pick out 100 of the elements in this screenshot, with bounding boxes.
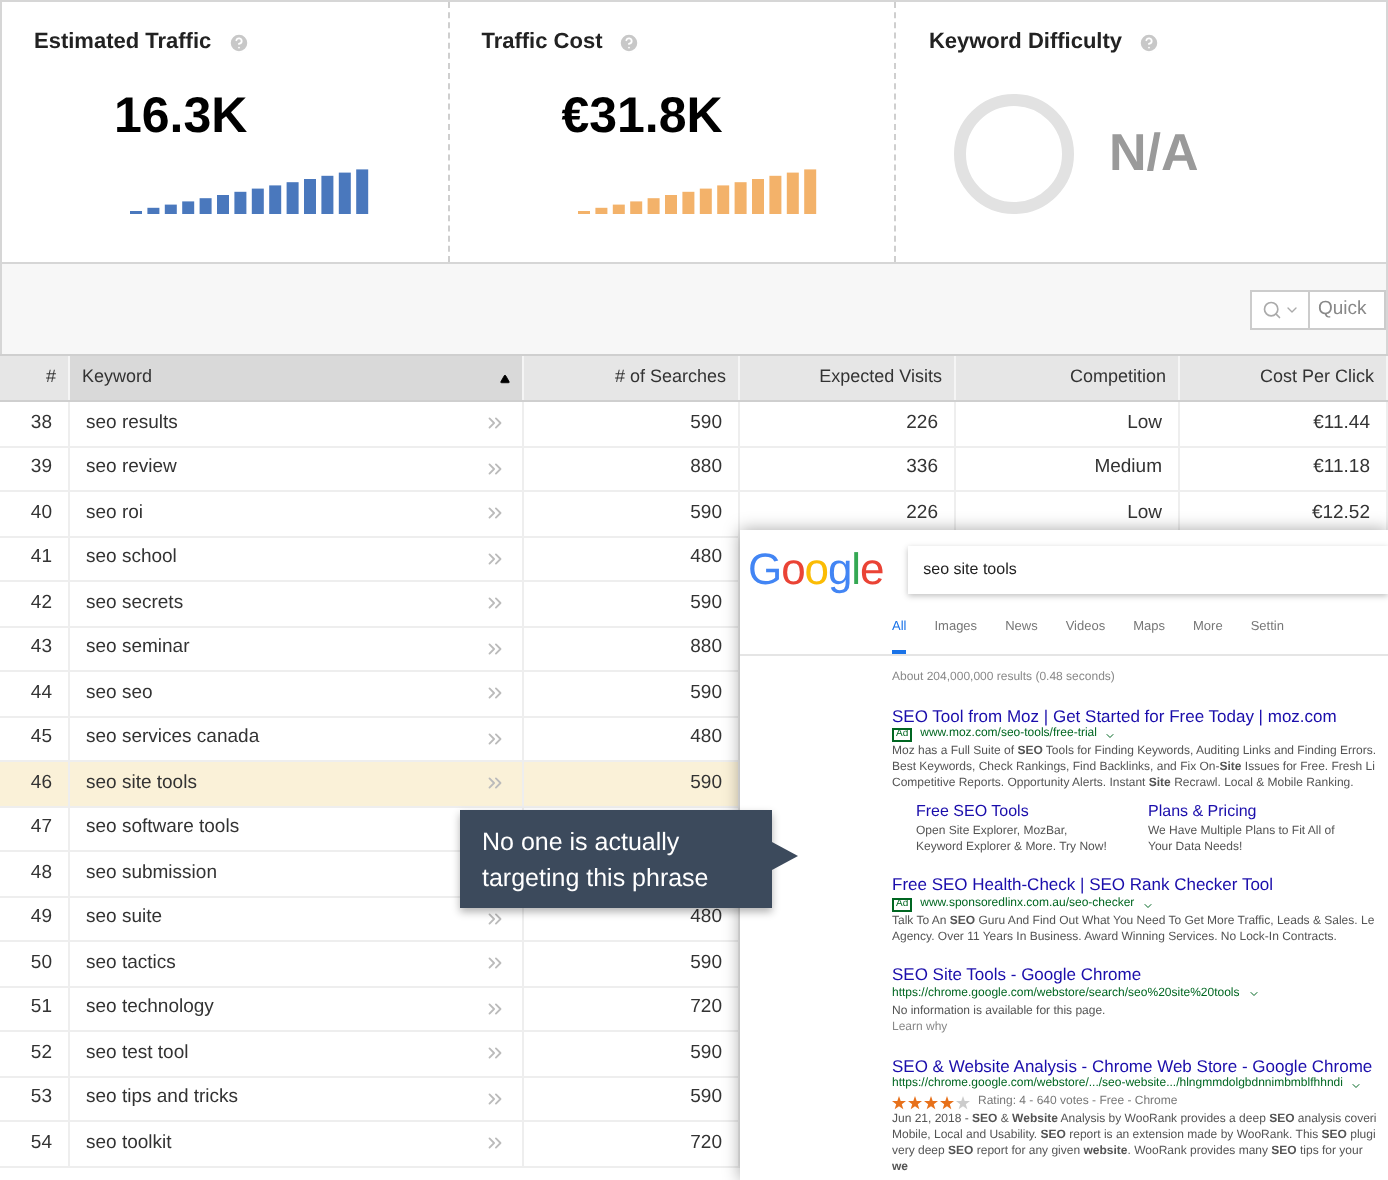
table-row[interactable]: 41 seo school 480 (0, 537, 740, 582)
search-icon (1261, 299, 1281, 319)
table-cell: 590 (690, 769, 722, 798)
keyword-text: seo services canada (86, 724, 260, 753)
empty-ring-icon (952, 91, 1077, 215)
row-number: 53 (30, 1084, 52, 1113)
help-icon[interactable] (227, 31, 250, 54)
table-cell: 226 (906, 409, 938, 438)
table-cell: €12.52 (1311, 499, 1370, 528)
search-options-button[interactable] (1250, 289, 1310, 329)
column-header[interactable]: # of Searches (524, 356, 740, 400)
column-header[interactable]: Cost Per Click (1180, 356, 1388, 400)
dropdown-caret-icon[interactable] (1142, 899, 1155, 911)
dropdown-caret-icon[interactable] (1350, 1079, 1363, 1092)
table-cell: 480 (690, 904, 722, 933)
table-row[interactable]: 40 seo roi 590 226 Low €12.52 (0, 492, 1388, 537)
keyword-text: seo toolkit (86, 1129, 172, 1158)
table-cell: 480 (690, 724, 722, 753)
table-cell: €11.44 (1313, 409, 1370, 438)
table-cell: 590 (690, 1084, 722, 1113)
keyword-text: seo school (86, 544, 177, 573)
row-number: 41 (30, 544, 52, 573)
keyword-text: seo results (86, 409, 178, 438)
keyword-text: seo tips and tricks (86, 1084, 239, 1113)
table-row[interactable]: 38 seo results 590 226 Low €11.44 (0, 402, 1388, 447)
row-number: 45 (30, 724, 52, 753)
help-icon[interactable] (1138, 31, 1161, 54)
row-number: 48 (30, 859, 52, 888)
dropdown-caret-icon[interactable] (1104, 729, 1117, 742)
row-number: 50 (30, 949, 52, 978)
table-row[interactable]: 50 seo tactics 590 (0, 942, 740, 987)
table-cell: 590 (690, 1039, 722, 1068)
sitelink-title[interactable]: Plans & Pricing (1148, 800, 1348, 825)
keyword-text: seo software tools (86, 814, 240, 843)
column-header[interactable]: Keyword (70, 356, 524, 400)
result-title[interactable]: SEO & Website Analysis - Chrome Web Store - Google Chrome (892, 1055, 1380, 1077)
metric-title: Keyword Difficulty (928, 28, 1123, 58)
table-row[interactable]: 54 seo toolkit 720 (0, 1122, 740, 1167)
table-cell: 590 (690, 679, 722, 708)
row-number: 52 (30, 1039, 52, 1068)
table-cell: Medium (1094, 454, 1162, 483)
google-logo: Google (748, 548, 884, 592)
metric-value: 16.3K (114, 91, 250, 141)
table-cell: €11.18 (1313, 454, 1370, 483)
table-row[interactable]: 53 seo tips and tricks 590 (0, 1077, 740, 1122)
dropdown-caret-icon[interactable] (1247, 988, 1260, 1001)
table-cell: 480 (690, 544, 722, 573)
row-number: 40 (30, 499, 52, 528)
table-row[interactable]: 43 seo seminar 880 (0, 627, 740, 672)
table-row[interactable]: 44 seo seo 590 (0, 672, 740, 717)
keyword-text: seo review (86, 454, 177, 483)
table-row[interactable]: 46 seo site tools 590 (0, 762, 740, 807)
row-number: 51 (30, 994, 52, 1023)
metric-title: Traffic Cost (481, 28, 603, 58)
row-number: 38 (30, 409, 52, 438)
help-icon[interactable] (618, 31, 641, 54)
keyword-text: seo secrets (86, 589, 184, 618)
table-cell: 720 (690, 994, 722, 1023)
search-query: seo site tools (923, 558, 1017, 582)
row-number: 54 (30, 1129, 52, 1158)
table-cell: 226 (906, 499, 938, 528)
result-title[interactable]: SEO Tool from Moz | Get Started for Free Today | moz.com (892, 705, 1380, 727)
keyword-text: seo test tool (86, 1039, 189, 1068)
table-cell: Low (1127, 409, 1162, 438)
keyword-text: seo seminar (86, 634, 190, 663)
column-header[interactable]: Expected Visits (740, 356, 956, 400)
sitelink-title[interactable]: Free SEO Tools (916, 800, 1116, 825)
keyword-text: seo seo (86, 679, 153, 708)
chevrons-right-icon[interactable] (484, 907, 506, 930)
table-cell: Low (1127, 499, 1162, 528)
row-number: 46 (30, 769, 52, 798)
metric-value: N/A (1108, 120, 1199, 186)
table-row[interactable]: 45 seo services canada 480 (0, 717, 740, 762)
table-cell: 590 (690, 409, 722, 438)
row-number: 39 (30, 454, 52, 483)
sort-ascending-icon[interactable] (500, 373, 510, 383)
table-cell: 590 (690, 499, 722, 528)
column-header[interactable]: Competition (956, 356, 1180, 400)
keyword-text: seo roi (86, 499, 144, 528)
keyword-text: seo submission (86, 859, 217, 888)
keyword-text: seo site tools (86, 769, 197, 798)
row-number: 43 (30, 634, 52, 663)
quick-search-field[interactable]: Quick (1310, 289, 1386, 329)
metric-value: €31.8K (561, 91, 725, 141)
search-field[interactable]: seo site tools (907, 546, 1388, 594)
keyword-text: seo technology (86, 994, 214, 1023)
table-row[interactable]: 52 seo test tool 590 (0, 1032, 740, 1077)
table-cell: 590 (690, 949, 722, 978)
result-title[interactable]: SEO Site Tools - Google Chrome (892, 964, 1380, 986)
table-cell: 720 (690, 1129, 722, 1158)
metric-title: Estimated Traffic (34, 28, 212, 58)
table-cell: 880 (690, 634, 722, 663)
table-row[interactable]: 42 seo secrets 590 (0, 582, 740, 627)
table-cell: 880 (690, 454, 722, 483)
table-row[interactable]: 39 seo review 880 336 Medium €11.18 (0, 447, 1388, 492)
keyword-text: seo tactics (86, 949, 176, 978)
row-number: 44 (30, 679, 52, 708)
table-row[interactable]: 51 seo technology 720 (0, 987, 740, 1032)
keyword-text: seo suite (86, 904, 163, 933)
result-title[interactable]: Free SEO Health-Check | SEO Rank Checker Tool (892, 874, 1380, 896)
